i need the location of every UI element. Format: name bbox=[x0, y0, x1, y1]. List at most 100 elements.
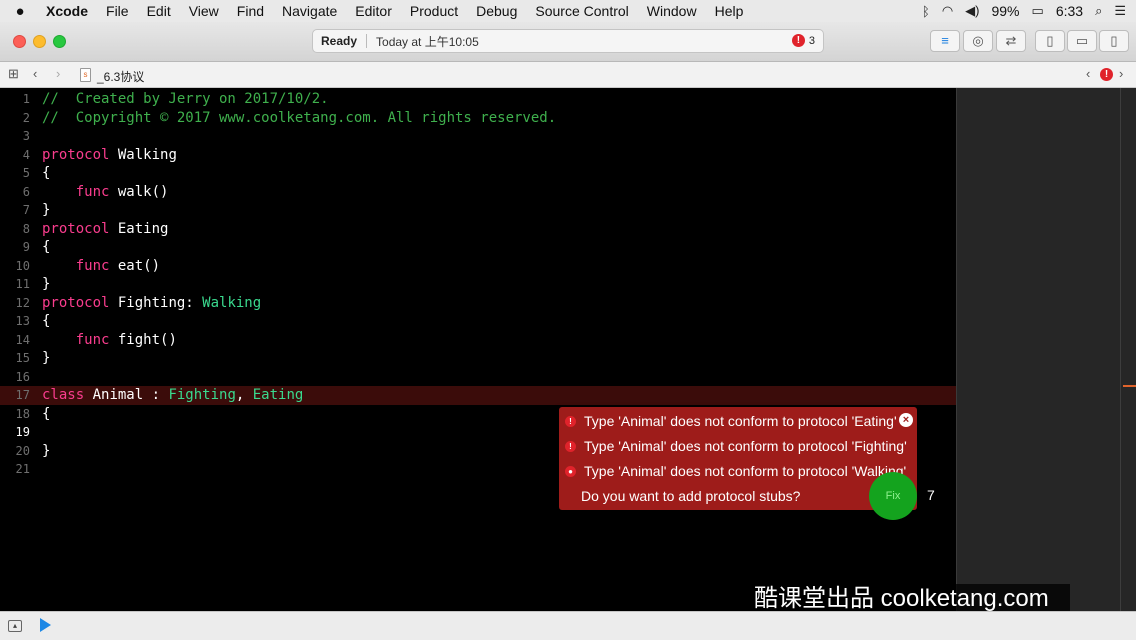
standard-editor-icon[interactable]: ≡ bbox=[930, 30, 960, 52]
menu-edit[interactable]: Edit bbox=[138, 3, 180, 19]
menu-debug[interactable]: Debug bbox=[467, 3, 526, 19]
error-marker[interactable] bbox=[1123, 385, 1136, 387]
code-line[interactable]: 10 func eat() bbox=[0, 257, 956, 276]
menu-navigate[interactable]: Navigate bbox=[273, 3, 346, 19]
version-editor-icon[interactable]: ⇄ bbox=[996, 30, 1026, 52]
error-row[interactable]: ● Type 'Animal' does not conform to prot… bbox=[565, 460, 906, 482]
bluetooth-icon[interactable]: ᛒ bbox=[922, 4, 930, 19]
code-line[interactable]: 8 protocol Eating bbox=[0, 220, 956, 239]
line-number: 8 bbox=[22, 221, 30, 236]
source-editor[interactable]: 1 // Created by Jerry on 2017/10/2. 2 // Co… bbox=[0, 88, 956, 611]
menu-editor[interactable]: Editor bbox=[346, 3, 401, 19]
code-line[interactable]: 1 // Created by Jerry on 2017/10/2. bbox=[0, 90, 956, 109]
error-row[interactable]: ! Type 'Animal' does not conform to prot… bbox=[565, 410, 897, 432]
activity-viewer[interactable]: Ready Today at 上午10:05 ! 3 bbox=[312, 29, 824, 53]
volume-icon[interactable]: ◀) bbox=[965, 3, 979, 19]
debug-area-toggle-icon[interactable]: ▭ bbox=[1067, 30, 1097, 52]
type-token: Fighting bbox=[168, 387, 236, 403]
error-message: Type 'Animal' does not conform to protoc… bbox=[584, 413, 897, 429]
code-line[interactable]: 5{ bbox=[0, 164, 956, 183]
comment-token: // Created by Jerry on 2017/10/2. bbox=[42, 91, 329, 107]
line-number: 3 bbox=[22, 129, 30, 143]
type-token: Eating bbox=[252, 387, 304, 403]
menu-find[interactable]: Find bbox=[228, 3, 273, 19]
code-line[interactable]: 4 protocol Walking bbox=[0, 146, 956, 165]
menu-window[interactable]: Window bbox=[638, 3, 706, 19]
back-chevron-icon[interactable]: ‹ bbox=[33, 66, 37, 81]
code-line[interactable]: 13 { bbox=[0, 312, 956, 331]
line-number: 18 bbox=[15, 406, 30, 421]
window-minimize-button[interactable] bbox=[33, 35, 46, 48]
menu-product[interactable]: Product bbox=[401, 3, 467, 19]
menu-source-control[interactable]: Source Control bbox=[526, 3, 637, 19]
menu-help[interactable]: Help bbox=[706, 3, 753, 19]
line-number: 9 bbox=[22, 240, 30, 254]
error-icon: ! bbox=[565, 415, 576, 427]
code-line[interactable]: 3 bbox=[0, 127, 956, 146]
code-line[interactable]: 2 // Copyright © 2017 www.coolketang.com.… bbox=[0, 109, 956, 128]
clock[interactable]: 6:33 bbox=[1056, 3, 1083, 19]
related-items-icon[interactable]: ⊞ bbox=[8, 66, 19, 82]
code-line[interactable]: 6 func walk() bbox=[0, 183, 956, 202]
navigator-toggle-icon[interactable]: ▯ bbox=[1035, 30, 1065, 52]
utilities-toggle-icon[interactable]: ▯ bbox=[1099, 30, 1129, 52]
build-status: Ready bbox=[321, 34, 358, 48]
code-token: { bbox=[42, 239, 51, 255]
run-icon[interactable] bbox=[40, 618, 51, 632]
hide-debug-area-icon[interactable]: ▴ bbox=[8, 620, 22, 632]
code-token: { bbox=[42, 405, 51, 422]
code-token: Fighting: bbox=[109, 294, 203, 311]
next-issue-icon[interactable]: › bbox=[1119, 66, 1123, 81]
error-message: Type 'Animal' does not conform to protoc… bbox=[584, 463, 907, 479]
apple-menu-icon[interactable]: ● bbox=[0, 3, 40, 20]
battery-icon[interactable]: ▭ bbox=[1032, 3, 1044, 19]
close-icon[interactable]: × bbox=[899, 413, 913, 427]
code-line[interactable]: 7} bbox=[0, 201, 956, 220]
code-line[interactable]: 9{ bbox=[0, 238, 956, 257]
code-line-error[interactable]: 17 class Animal : Fighting, Eating bbox=[0, 386, 956, 405]
line-number: 6 bbox=[22, 184, 30, 199]
error-count: 3 bbox=[808, 34, 815, 47]
code-text: protocol Walking bbox=[42, 146, 177, 165]
issue-icon[interactable]: ! bbox=[1100, 68, 1113, 81]
code-text: func fight() bbox=[42, 331, 177, 350]
assistant-editor-icon[interactable]: ◎ bbox=[963, 30, 993, 52]
code-line[interactable]: 11} bbox=[0, 275, 956, 294]
debug-bar: ▴ bbox=[0, 611, 1136, 640]
notification-center-icon[interactable]: ☰ bbox=[1114, 3, 1126, 19]
code-line[interactable]: 12 protocol Fighting: Walking bbox=[0, 294, 956, 313]
line-number: 19 bbox=[15, 425, 30, 439]
menu-file[interactable]: File bbox=[97, 3, 138, 19]
code-text: // Created by Jerry on 2017/10/2. bbox=[42, 90, 329, 109]
error-row[interactable]: ! Type 'Animal' does not conform to prot… bbox=[565, 435, 907, 457]
window-close-button[interactable] bbox=[13, 35, 26, 48]
watermark: 酷课堂出品 coolketang.com bbox=[752, 584, 1070, 614]
spotlight-search-icon[interactable]: ⌕ bbox=[1095, 3, 1102, 19]
error-count-badge[interactable]: ! 3 bbox=[791, 34, 815, 47]
window-zoom-button[interactable] bbox=[53, 35, 66, 48]
line-number: 10 bbox=[15, 258, 30, 273]
menu-xcode[interactable]: Xcode bbox=[40, 3, 97, 19]
fix-button[interactable]: Fix bbox=[869, 472, 917, 520]
code-line[interactable]: 16 bbox=[0, 368, 956, 387]
menu-view[interactable]: View bbox=[180, 3, 228, 19]
code-line[interactable]: 15} bbox=[0, 349, 956, 368]
code-text: { bbox=[42, 238, 50, 257]
code-text: func eat() bbox=[42, 257, 160, 276]
line-number: 1 bbox=[22, 92, 30, 106]
line-number: 15 bbox=[15, 351, 30, 365]
fixit-question: Do you want to add protocol stubs? bbox=[581, 488, 801, 504]
forward-chevron-icon[interactable]: › bbox=[56, 66, 60, 81]
previous-issue-icon[interactable]: ‹ bbox=[1086, 66, 1090, 81]
line-number: 14 bbox=[15, 332, 30, 347]
swift-file-icon: s bbox=[80, 68, 91, 82]
code-line[interactable]: 14 func fight() bbox=[0, 331, 956, 350]
code-text: } bbox=[42, 201, 50, 220]
code-text: } bbox=[42, 442, 50, 461]
line-number: 2 bbox=[22, 110, 30, 125]
breadcrumb-file[interactable]: _6.3协议 bbox=[97, 68, 144, 85]
error-icon: ! bbox=[791, 34, 805, 47]
code-token: } bbox=[42, 350, 51, 366]
wifi-icon[interactable]: ◠ bbox=[942, 3, 953, 19]
